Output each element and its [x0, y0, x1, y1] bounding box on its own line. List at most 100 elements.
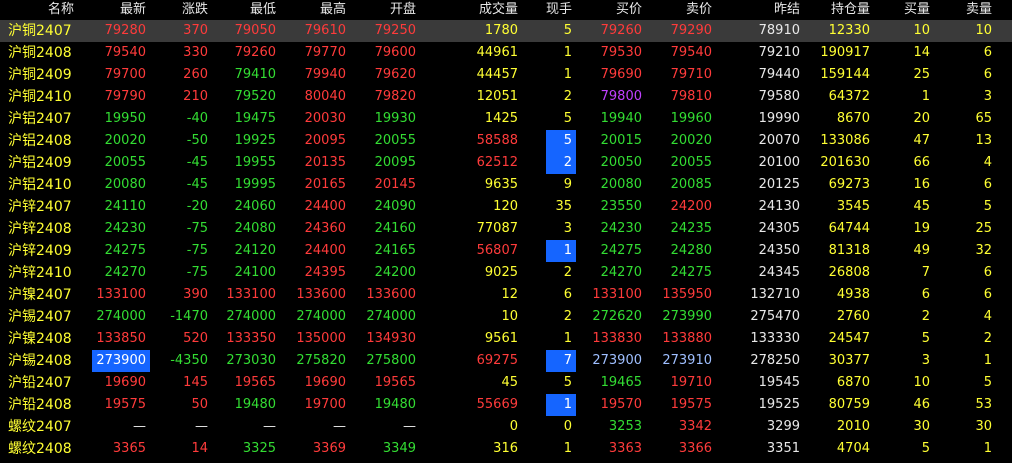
table-row[interactable]: 沪铜2407 79280 370 79050 79610 79250 1780 5 79260 7… [0, 20, 1012, 42]
ask-qty-cell: 30 [975, 419, 992, 434]
header-bid-qty[interactable]: 买量 [870, 0, 930, 20]
open-price-cell: 24165 [374, 243, 416, 258]
last-price-cell: 273900 [92, 350, 150, 372]
contract-name-cell: 沪铅2407 [8, 375, 72, 391]
current-hand-cell: 3 [563, 221, 572, 236]
change-cell: 370 [183, 23, 208, 38]
header-ask[interactable]: 卖价 [642, 0, 712, 20]
last-price-cell: 24275 [104, 243, 146, 258]
ask-price-cell: 133880 [662, 331, 712, 346]
prev-settle-cell: 20125 [758, 177, 800, 192]
table-row[interactable]: 沪铜2408 79540 330 79260 79770 79600 44961 1 79530… [0, 42, 1012, 64]
bid-qty-cell: 46 [913, 397, 930, 412]
bid-qty-cell: 10 [913, 23, 930, 38]
open-interest-cell: 30377 [828, 353, 870, 368]
contract-name-cell: 沪铝2410 [8, 177, 72, 193]
header-prev-settle[interactable]: 昨结 [732, 0, 800, 20]
volume-cell: 44457 [476, 67, 518, 82]
high-price-cell: 19700 [304, 397, 346, 412]
header-name[interactable]: 名称 [0, 0, 74, 20]
open-interest-cell: 24547 [828, 331, 870, 346]
table-row[interactable]: 沪镍2407 133100 390 133100 133600 133600 12 6 1331… [0, 284, 1012, 306]
high-price-cell: 274000 [296, 309, 346, 324]
current-hand-cell: 9 [563, 177, 572, 192]
change-cell: -75 [186, 221, 208, 236]
open-interest-cell: 80759 [828, 397, 870, 412]
bid-qty-cell: 66 [913, 155, 930, 170]
low-price-cell: 19475 [234, 111, 276, 126]
open-price-cell: 19565 [374, 375, 416, 390]
prev-settle-cell: 79440 [758, 67, 800, 82]
table-row[interactable]: 沪铝2409 20055 -45 19955 20135 20095 62512 2 20050… [0, 152, 1012, 174]
ask-qty-cell: 1 [983, 353, 992, 368]
prev-settle-cell: 79580 [758, 89, 800, 104]
low-price-cell: 19925 [234, 133, 276, 148]
volume-cell: 55669 [476, 397, 518, 412]
ask-price-cell: 79810 [670, 89, 712, 104]
contract-name-cell: 沪铜2408 [8, 45, 72, 61]
contract-name-cell: 沪锡2407 [8, 309, 72, 325]
low-price-cell: 19955 [234, 155, 276, 170]
table-row[interactable]: 螺纹2408 3365 14 3325 3369 3349 316 1 3363 3366 3351… [0, 438, 1012, 460]
last-price-cell: 19575 [104, 397, 146, 412]
header-current-hand[interactable]: 现手 [518, 0, 572, 20]
high-price-cell: 24400 [304, 243, 346, 258]
last-price-cell: 20055 [104, 155, 146, 170]
table-row[interactable]: 沪锌2410 24270 -75 24100 24395 24200 9025 2 24270 2… [0, 262, 1012, 284]
contract-name-cell: 沪铜2407 [8, 23, 72, 39]
table-row[interactable]: 沪铝2407 19950 -40 19475 20030 19930 1425 5 19940 1… [0, 108, 1012, 130]
last-price-cell: 20080 [104, 177, 146, 192]
header-change[interactable]: 涨跌 [146, 0, 208, 20]
contract-name-cell: 沪镍2408 [8, 331, 72, 347]
table-row[interactable]: 沪锌2407 24110 -20 24060 24400 24090 120 35 23550 2… [0, 196, 1012, 218]
ask-qty-cell: 25 [975, 221, 992, 236]
change-cell: 210 [183, 89, 208, 104]
last-price-cell: 79540 [104, 45, 146, 60]
table-row[interactable]: 沪铅2407 19690 145 19565 19690 19565 45 5 19465 197… [0, 372, 1012, 394]
table-row[interactable]: 沪铜2410 79790 210 79520 80040 79820 12051 2 79800… [0, 86, 1012, 108]
header-last[interactable]: 最新 [88, 0, 146, 20]
high-price-cell: 20095 [304, 133, 346, 148]
open-price-cell: 24090 [374, 199, 416, 214]
table-row[interactable]: 螺纹2407 — — — — — 0 0 3253 3342 3299 2010 30 30 [0, 416, 1012, 438]
prev-settle-cell: 24305 [758, 221, 800, 236]
table-row[interactable]: 沪铝2410 20080 -45 19995 20165 20145 9635 9 20080 2… [0, 174, 1012, 196]
open-interest-cell: 133086 [820, 133, 870, 148]
bid-qty-cell: 49 [913, 243, 930, 258]
open-price-cell: 79600 [374, 45, 416, 60]
header-open-interest[interactable]: 持仓量 [800, 0, 870, 20]
open-interest-cell: 201630 [820, 155, 870, 170]
low-price-cell: 24060 [234, 199, 276, 214]
table-row[interactable]: 沪铜2409 79700 260 79410 79940 79620 44457 1 79690… [0, 64, 1012, 86]
table-row[interactable]: 沪锡2408 273900 -4350 273030 275820 275800 69275… [0, 350, 1012, 372]
prev-settle-cell: 133330 [750, 331, 800, 346]
ask-price-cell: 3366 [678, 441, 712, 456]
prev-settle-cell: 24345 [758, 265, 800, 280]
volume-cell: 1425 [484, 111, 518, 126]
table-row[interactable]: 沪铝2408 20020 -50 19925 20095 20055 58588 5 20015… [0, 130, 1012, 152]
current-hand-cell: 5 [563, 375, 572, 390]
open-interest-cell: 64744 [828, 221, 870, 236]
header-bid[interactable]: 买价 [572, 0, 642, 20]
header-ask-qty[interactable]: 卖量 [930, 0, 992, 20]
bid-qty-cell: 7 [921, 265, 930, 280]
table-row[interactable]: 沪锡2407 274000 -1470 274000 274000 274000 10 2 27… [0, 306, 1012, 328]
header-open[interactable]: 开盘 [346, 0, 416, 20]
change-cell: -40 [186, 111, 208, 126]
change-cell: 260 [183, 67, 208, 82]
header-volume[interactable]: 成交量 [436, 0, 518, 20]
bid-qty-cell: 14 [913, 45, 930, 60]
high-price-cell: — [333, 419, 346, 434]
table-row[interactable]: 沪铅2408 19575 50 19480 19700 19480 55669 1 19570 1… [0, 394, 1012, 416]
low-price-cell: 24080 [234, 221, 276, 236]
table-row[interactable]: 沪锌2408 24230 -75 24080 24360 24160 77087 3 24230… [0, 218, 1012, 240]
ask-price-cell: 273910 [662, 353, 712, 368]
contract-name-cell: 螺纹2408 [8, 441, 72, 457]
header-high[interactable]: 最高 [276, 0, 346, 20]
ask-qty-cell: 6 [983, 287, 992, 302]
table-row[interactable]: 沪锌2409 24275 -75 24120 24400 24165 56807 1 24275… [0, 240, 1012, 262]
high-price-cell: 24360 [304, 221, 346, 236]
header-low[interactable]: 最低 [208, 0, 276, 20]
table-row[interactable]: 沪镍2408 133850 520 133350 135000 134930 9561 1 13… [0, 328, 1012, 350]
prev-settle-cell: 24350 [758, 243, 800, 258]
